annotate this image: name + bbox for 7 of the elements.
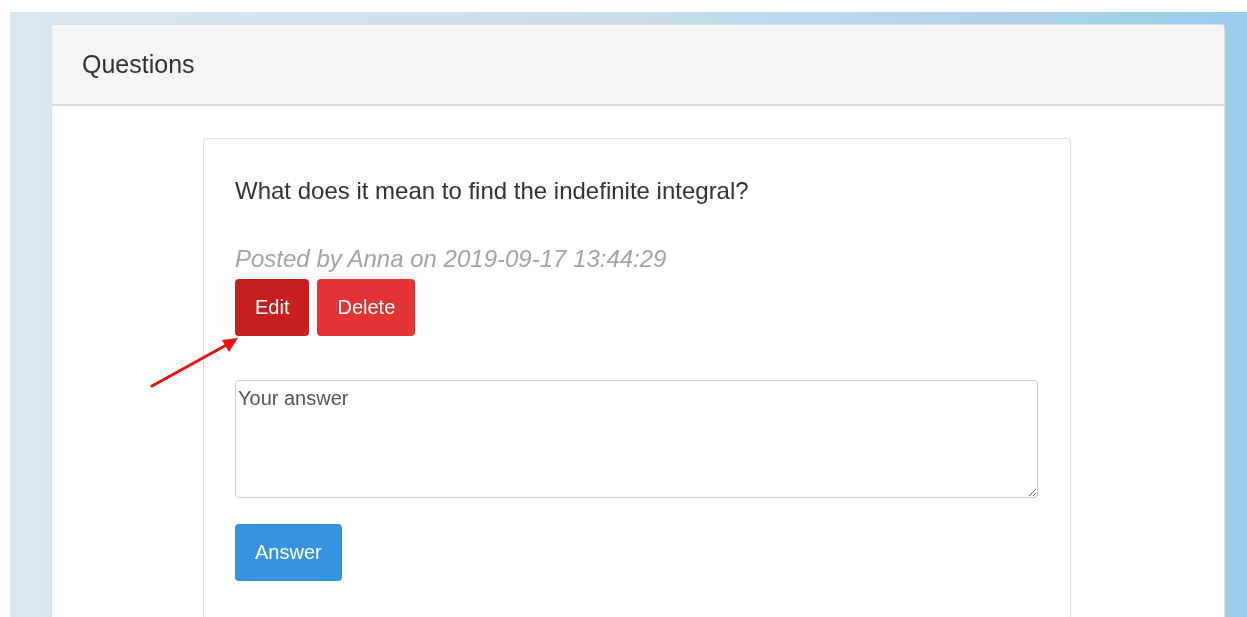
delete-button[interactable]: Delete [317, 279, 416, 336]
posted-by-text: Posted by Anna on 2019-09-17 13:44:29 [235, 245, 668, 273]
answer-button[interactable]: Answer [235, 524, 342, 581]
answer-field[interactable]: Your answer [235, 380, 1038, 498]
panel-title: Questions [82, 50, 195, 79]
edit-button[interactable]: Edit [235, 279, 310, 336]
question-text: What does it mean to find the indefinite integral? [235, 177, 750, 205]
